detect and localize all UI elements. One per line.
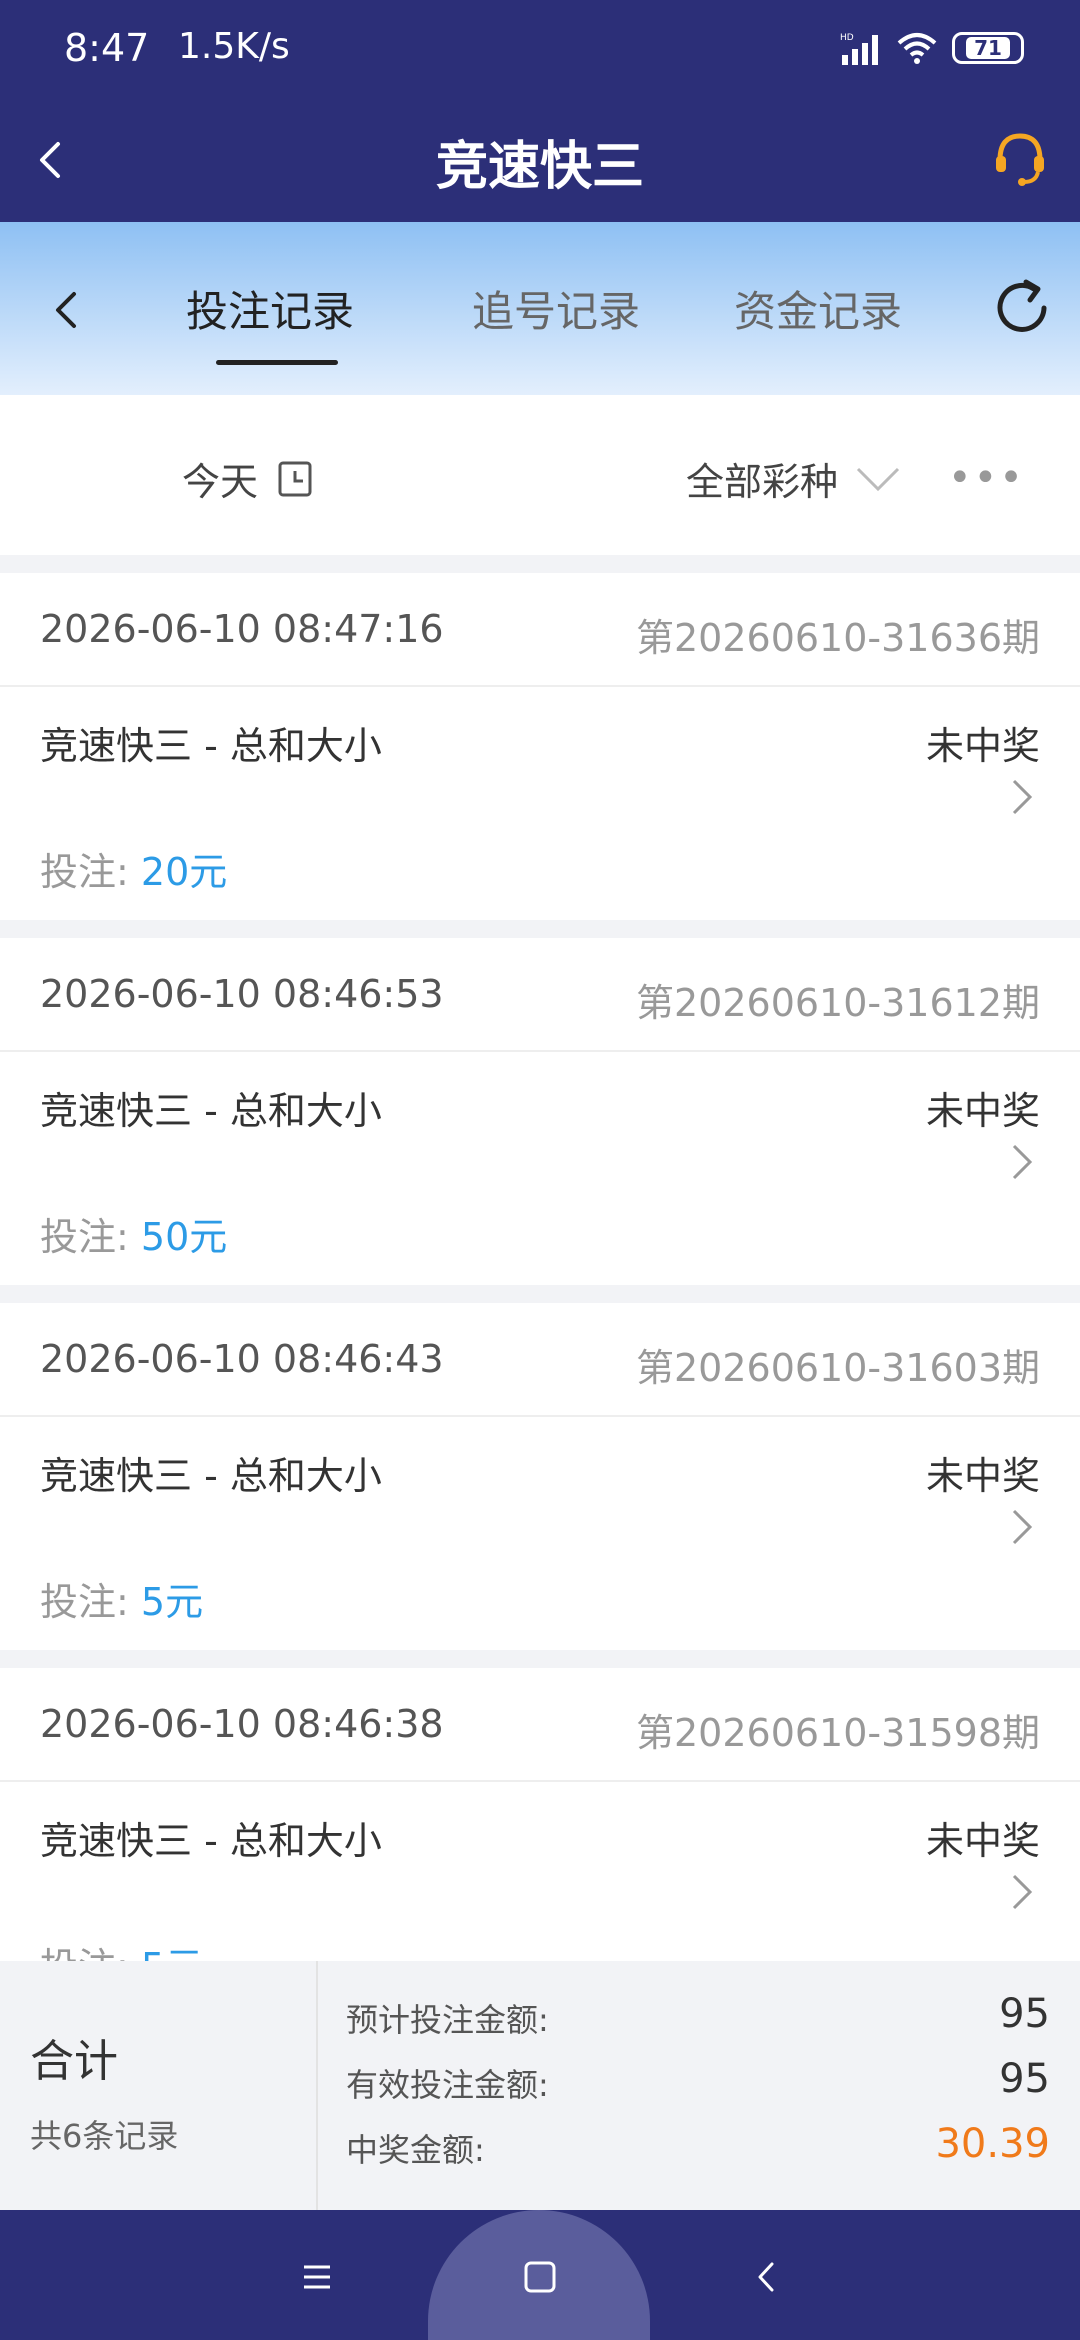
- summary-expected-row: 预计投注金额: 95: [346, 1991, 1050, 2045]
- record-time: 2026-06-10 08:46:43: [40, 1337, 444, 1381]
- lottery-filter-label: 全部彩种: [686, 460, 839, 504]
- record-bet: 投注: 50元: [40, 1206, 227, 1261]
- calendar-icon: [278, 461, 312, 496]
- record-list: 2026-06-10 08:47:16 第20260610-31636期 竞速快…: [0, 573, 1080, 1961]
- record-game: 竞速快三 - 总和大小: [40, 1089, 382, 1133]
- status-bar: 8:47 1.5K/s HD 71: [0, 0, 1080, 96]
- customer-service-icon[interactable]: [988, 126, 1052, 190]
- chevron-down-icon: [856, 467, 900, 491]
- record-period: 第20260610-31612期: [635, 981, 1040, 1025]
- record-time: 2026-06-10 08:46:53: [40, 972, 444, 1016]
- record-card[interactable]: 2026-06-10 08:46:43 第20260610-31603期 竞速快…: [0, 1303, 1080, 1650]
- record-result: 未中奖: [925, 1819, 1040, 1863]
- record-result: 未中奖: [925, 1454, 1040, 1498]
- win-amount-value: 30.39: [935, 2121, 1050, 2167]
- bet-amount: 20元: [140, 850, 228, 894]
- bet-amount: 5元: [140, 1580, 204, 1624]
- chevron-right-icon: [1012, 1144, 1033, 1180]
- more-options-icon[interactable]: •••: [948, 455, 1025, 501]
- record-bet: 投注: 20元: [40, 841, 227, 896]
- tab-bet-records[interactable]: 投注记录: [186, 278, 354, 339]
- win-amount-label: 中奖金额:: [346, 2131, 485, 2169]
- expected-bet-label: 预计投注金额:: [346, 2001, 549, 2039]
- summary-panel: 合计 共6条记录 预计投注金额: 95 有效投注金额: 95 中奖金额: 30.…: [0, 1961, 1080, 2210]
- top-bar: 8:47 1.5K/s HD 71 竞速快三: [0, 0, 1080, 222]
- record-card[interactable]: 2026-06-10 08:47:16 第20260610-31636期 竞速快…: [0, 573, 1080, 920]
- summary-total-label: 合计: [30, 2036, 118, 2087]
- record-time: 2026-06-10 08:47:16: [40, 607, 444, 651]
- bet-amount: 50元: [140, 1215, 228, 1259]
- lottery-filter[interactable]: 全部彩种: [686, 451, 900, 506]
- battery-icon: 71: [952, 32, 1024, 64]
- bet-label: 投注:: [40, 1215, 141, 1259]
- battery-level: 71: [966, 37, 1010, 59]
- record-header: 2026-06-10 08:47:16 第20260610-31636期: [0, 573, 1080, 687]
- summary-total-section: 合计 共6条记录: [0, 1961, 318, 2210]
- nav-back-icon[interactable]: [742, 2252, 792, 2302]
- status-icons: HD 71: [840, 26, 1024, 70]
- date-filter[interactable]: 今天: [182, 451, 312, 506]
- record-result: 未中奖: [925, 1089, 1040, 1133]
- date-filter-label: 今天: [182, 460, 259, 504]
- refresh-icon[interactable]: [988, 274, 1056, 342]
- wifi-icon: [897, 33, 937, 64]
- summary-record-count: 共6条记录: [30, 2117, 179, 2155]
- record-header: 2026-06-10 08:46:43 第20260610-31603期: [0, 1303, 1080, 1417]
- summary-win-row: 中奖金额: 30.39: [346, 2121, 1050, 2175]
- page-title: 竞速快三: [435, 137, 644, 197]
- chevron-right-icon: [1012, 1509, 1033, 1545]
- filter-bar: 今天 全部彩种 •••: [0, 395, 1080, 555]
- record-card[interactable]: 2026-06-10 08:46:38 第20260610-31598期 竞速快…: [0, 1668, 1080, 1961]
- valid-bet-value: 95: [999, 2056, 1050, 2102]
- record-result: 未中奖: [925, 724, 1040, 768]
- record-period: 第20260610-31603期: [635, 1346, 1040, 1390]
- record-game: 竞速快三 - 总和大小: [40, 1819, 382, 1863]
- signal-icon: HD: [840, 33, 878, 65]
- record-header: 2026-06-10 08:46:53 第20260610-31612期: [0, 938, 1080, 1052]
- svg-text:HD: HD: [840, 33, 854, 43]
- tab-chase-records[interactable]: 追号记录: [472, 278, 640, 339]
- menu-icon[interactable]: [292, 2252, 342, 2302]
- record-bet: 投注: 5元: [40, 1936, 203, 1961]
- record-bet: 投注: 5元: [40, 1571, 203, 1626]
- bet-label: 投注:: [40, 1580, 141, 1624]
- active-tab-indicator: [216, 360, 338, 365]
- record-header: 2026-06-10 08:46:38 第20260610-31598期: [0, 1668, 1080, 1782]
- bet-label: 投注:: [40, 1945, 141, 1961]
- record-tabs: 投注记录 追号记录 资金记录: [0, 222, 1080, 395]
- system-nav-bar: [0, 2210, 1080, 2340]
- chevron-right-icon: [1012, 779, 1033, 815]
- valid-bet-label: 有效投注金额:: [346, 2066, 549, 2104]
- summary-valid-row: 有效投注金额: 95: [346, 2056, 1050, 2110]
- tab-fund-records[interactable]: 资金记录: [734, 278, 902, 339]
- record-game: 竞速快三 - 总和大小: [40, 724, 382, 768]
- bet-label: 投注:: [40, 850, 141, 894]
- home-icon[interactable]: [515, 2252, 565, 2302]
- record-card[interactable]: 2026-06-10 08:46:53 第20260610-31612期 竞速快…: [0, 938, 1080, 1285]
- title-bar: 竞速快三: [0, 96, 1080, 222]
- record-time: 2026-06-10 08:46:38: [40, 1702, 444, 1746]
- record-period: 第20260610-31598期: [635, 1711, 1040, 1755]
- record-game: 竞速快三 - 总和大小: [40, 1454, 382, 1498]
- tab-back-icon[interactable]: [40, 282, 96, 338]
- record-period: 第20260610-31636期: [635, 616, 1040, 660]
- chevron-right-icon: [1012, 1874, 1033, 1910]
- bet-amount: 5元: [141, 1945, 203, 1961]
- status-time: 8:47: [64, 26, 150, 70]
- status-network-speed: 1.5K/s: [178, 26, 290, 67]
- expected-bet-value: 95: [999, 1991, 1050, 2037]
